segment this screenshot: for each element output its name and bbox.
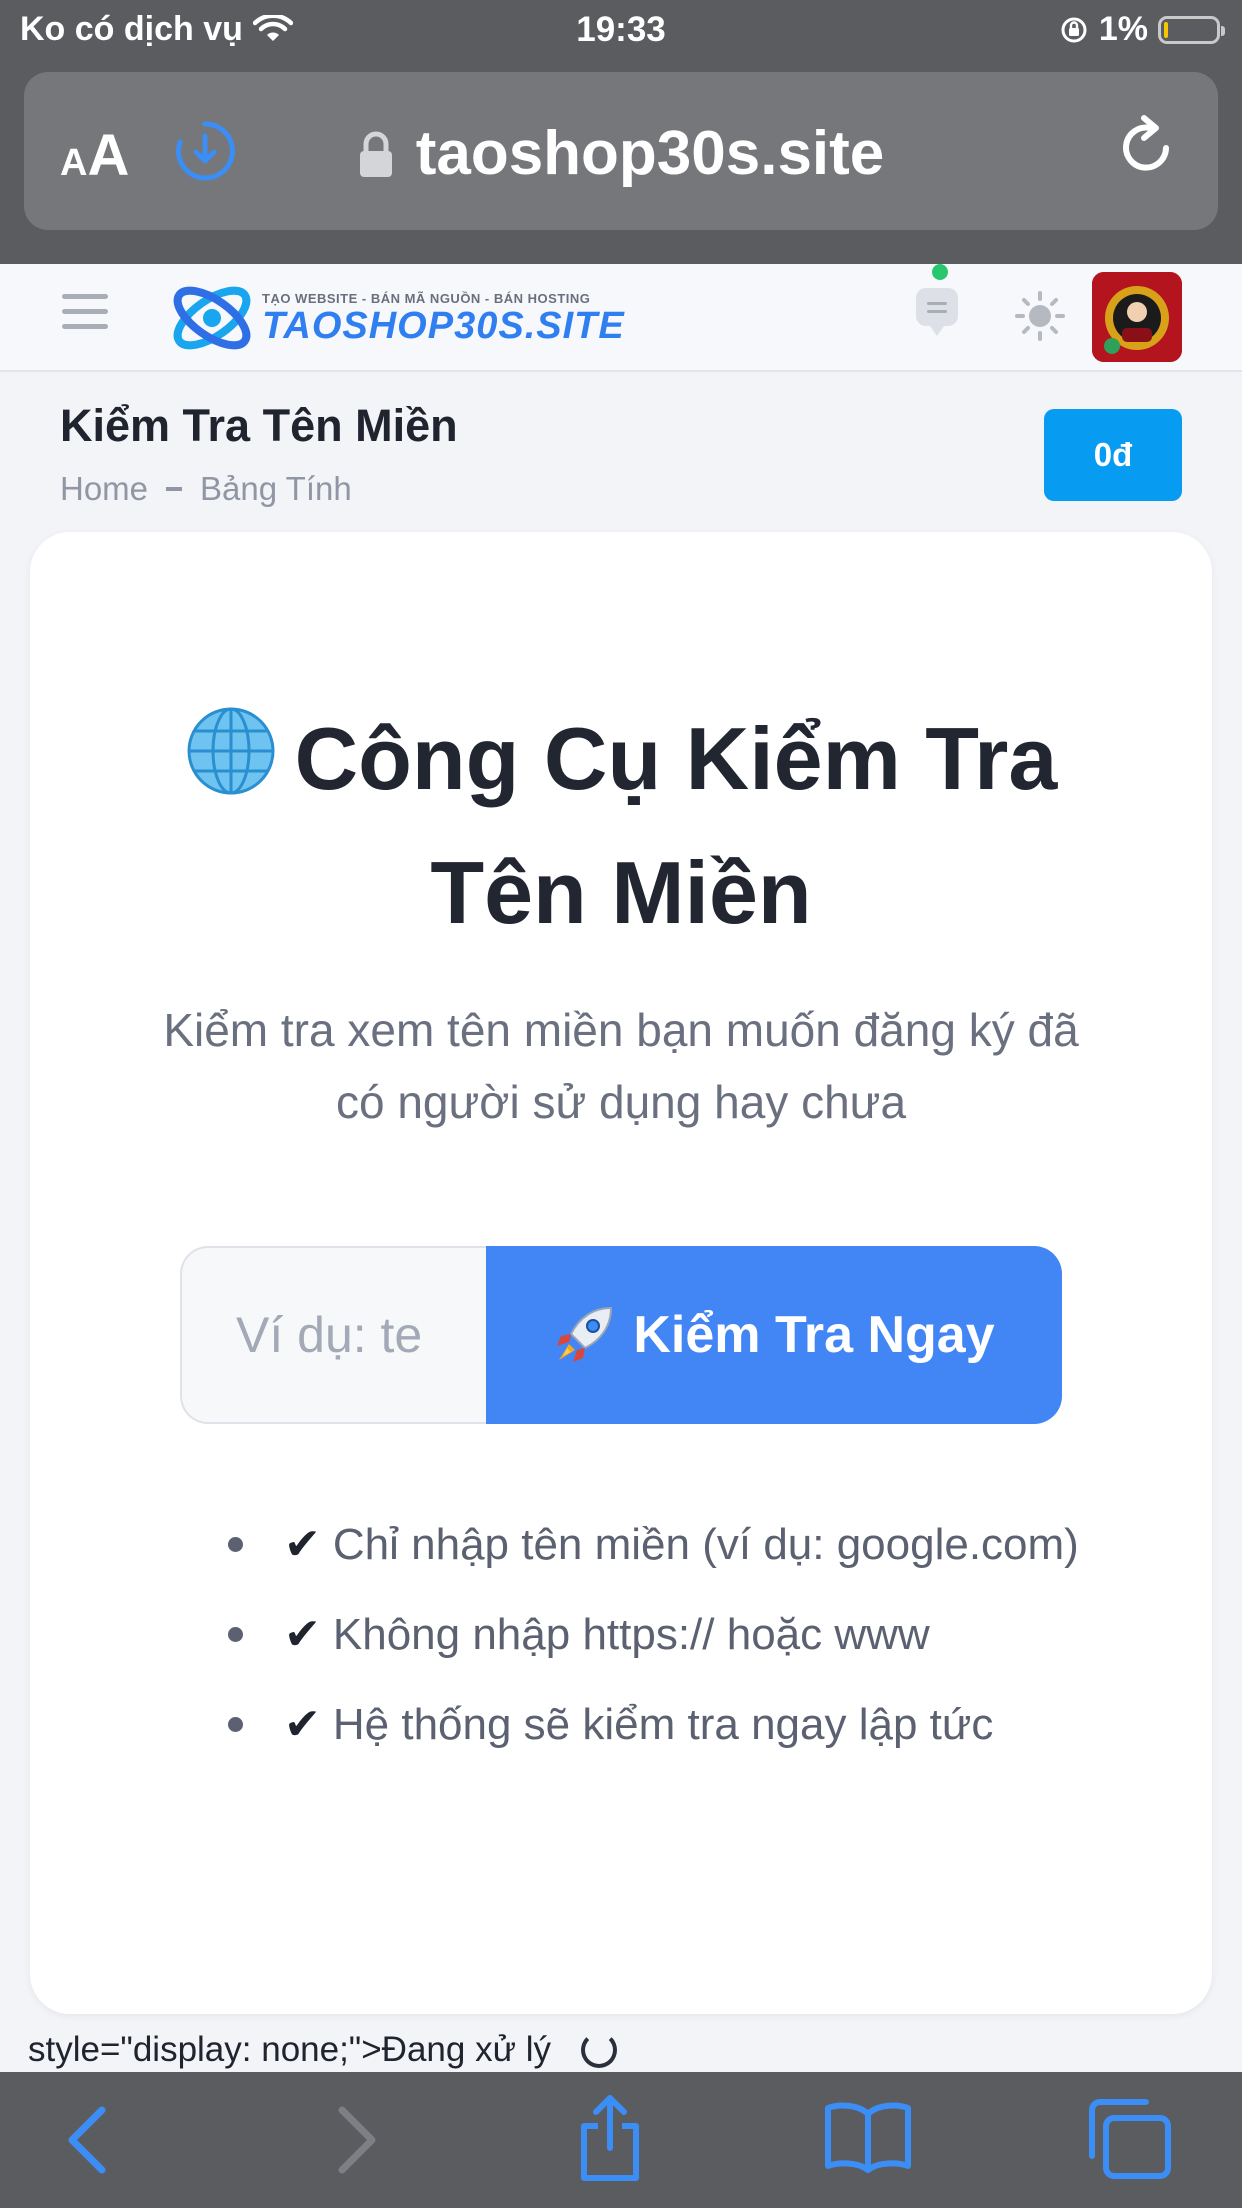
breadcrumb-home[interactable]: Home xyxy=(60,470,148,508)
sun-icon[interactable] xyxy=(1014,290,1066,342)
status-bar: Ko có dịch vụ 19:33 1% xyxy=(0,0,1242,64)
browser-toolbar xyxy=(0,2072,1242,2208)
list-item: ✔ Chỉ nhập tên miền (ví dụ: google.com) xyxy=(180,1512,1110,1578)
url-text: taoshop30s.site xyxy=(415,119,885,188)
address-bar[interactable]: A A taoshop30s.site xyxy=(24,72,1218,230)
battery-icon xyxy=(1158,15,1225,44)
browser-bar: A A taoshop30s.site xyxy=(0,64,1242,264)
breadcrumb-current: Bảng Tính xyxy=(200,470,352,507)
bookmarks-icon[interactable] xyxy=(822,2098,914,2174)
avatar[interactable] xyxy=(1092,272,1182,362)
spinner-icon xyxy=(581,2032,618,2068)
share-icon[interactable] xyxy=(570,2092,650,2184)
rocket-icon xyxy=(557,1306,613,1362)
site-logo[interactable]: TẠO WEBSITE - BÁN MÃ NGUỒN - BÁN HOSTING… xyxy=(166,274,625,362)
rotation-lock-icon xyxy=(1061,17,1087,42)
check-now-button[interactable]: Kiểm Tra Ngay xyxy=(486,1246,1062,1424)
tool-heading-text: Công Cụ Kiểm Tra Tên Miền xyxy=(294,709,1058,942)
loading-label: style="display: none;">Đang xử lý xyxy=(28,2030,552,2069)
domain-input[interactable] xyxy=(180,1246,486,1424)
battery-percent: 1% xyxy=(1098,10,1148,48)
balance-button[interactable]: 0đ xyxy=(1044,409,1182,501)
tip-text: Không nhập https:// hoặc www xyxy=(332,1610,930,1659)
lock-icon xyxy=(359,131,392,177)
list-item: ✔ Hệ thống sẽ kiểm tra ngay lập tức xyxy=(180,1692,1110,1758)
back-icon[interactable] xyxy=(58,2102,118,2178)
checkmark-icon: ✔ xyxy=(284,1520,321,1569)
tabs-icon[interactable] xyxy=(1084,2096,1174,2182)
site-header: TẠO WEBSITE - BÁN MÃ NGUỒN - BÁN HOSTING… xyxy=(0,264,1242,372)
notification-dot xyxy=(932,264,948,280)
checkmark-icon: ✔ xyxy=(284,1700,321,1749)
breadcrumb-separator xyxy=(166,487,183,491)
list-item: ✔ Không nhập https:// hoặc www xyxy=(180,1602,1110,1668)
page-title: Kiểm Tra Tên Miền xyxy=(60,400,458,451)
chat-icon[interactable] xyxy=(914,286,960,338)
loading-text: style="display: none;">Đang xử lý xyxy=(28,2030,618,2070)
logo-tagline: TẠO WEBSITE - BÁN MÃ NGUỒN - BÁN HOSTING xyxy=(262,290,591,306)
breadcrumb: Home Bảng Tính xyxy=(60,470,352,508)
tip-text: Chỉ nhập tên miền (ví dụ: google.com) xyxy=(332,1520,1079,1569)
clock: 19:33 xyxy=(576,10,666,49)
tips-list: ✔ Chỉ nhập tên miền (ví dụ: google.com) ✔… xyxy=(180,1512,1110,1782)
checkmark-icon: ✔ xyxy=(284,1610,321,1659)
forward-icon[interactable] xyxy=(326,2102,386,2178)
logo-name: TAOSHOP30S.SITE xyxy=(262,304,625,347)
menu-icon[interactable] xyxy=(62,294,108,339)
tool-heading: Công Cụ Kiểm Tra Tên Miền xyxy=(140,692,1102,960)
url-display[interactable]: taoshop30s.site xyxy=(24,118,1218,189)
domain-search-form: Kiểm Tra Ngay xyxy=(180,1246,1062,1424)
status-right: 1% xyxy=(1059,10,1225,49)
domain-check-card: Công Cụ Kiểm Tra Tên Miền Kiểm tra xem t… xyxy=(30,532,1212,2014)
reload-icon[interactable] xyxy=(1116,114,1180,184)
globe-icon xyxy=(187,707,275,795)
logo-icon xyxy=(173,286,251,350)
tip-text: Hệ thống sẽ kiểm tra ngay lập tức xyxy=(332,1700,994,1749)
tool-subtitle: Kiểm tra xem tên miền bạn muốn đăng ký đ… xyxy=(163,1004,1079,1128)
check-now-label: Kiểm Tra Ngay xyxy=(633,1306,995,1364)
